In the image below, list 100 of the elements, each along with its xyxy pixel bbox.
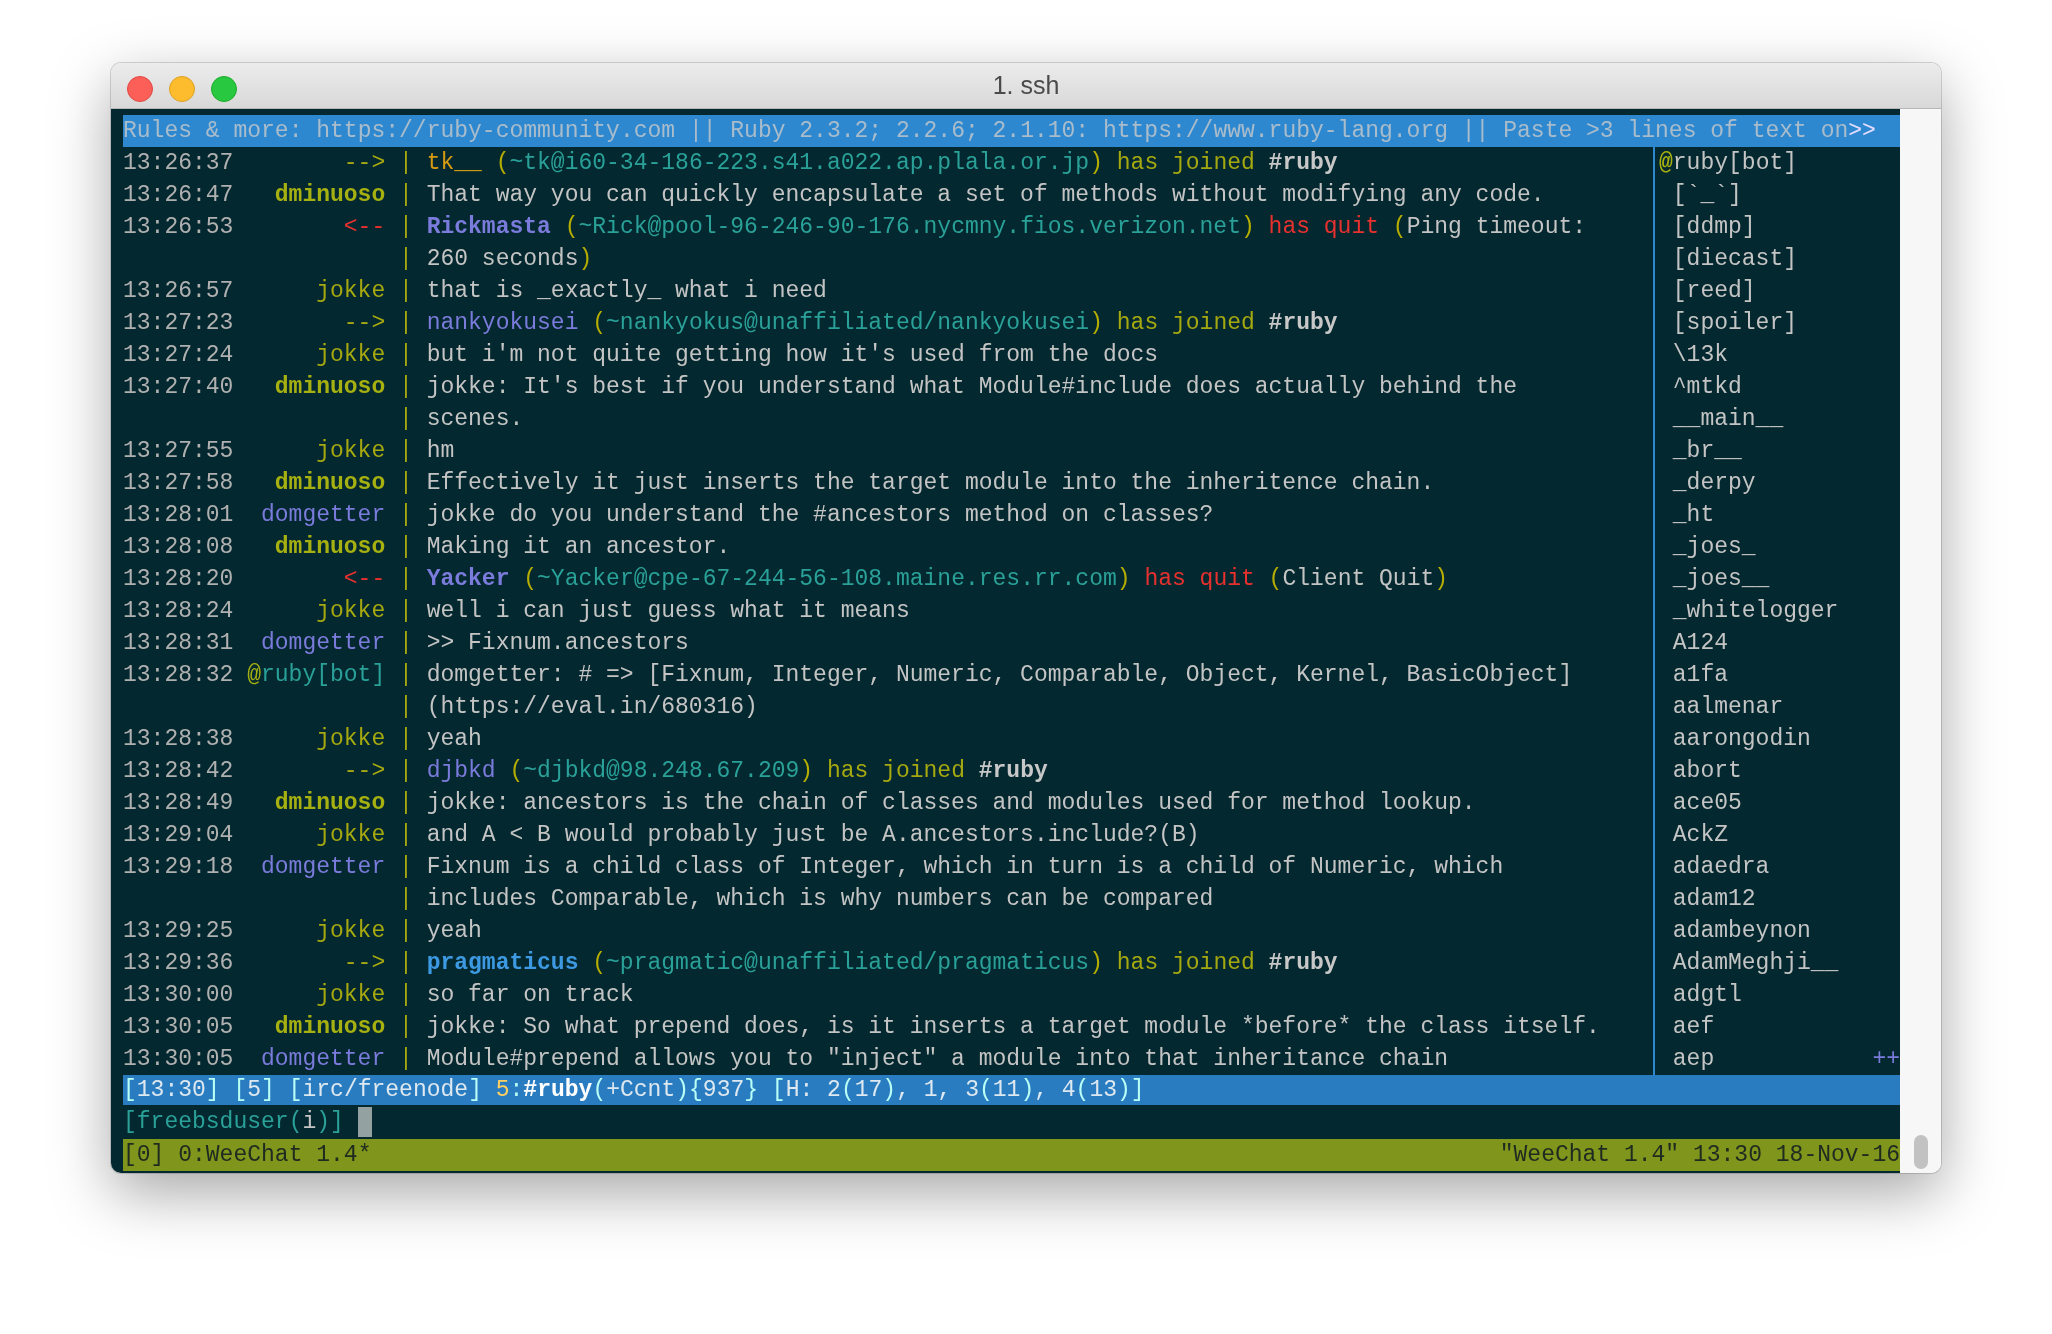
timestamp: 13:26:47 xyxy=(123,182,234,208)
message-text: domgetter: # => [Fixnum, Integer, Numeric, Comparable, Object, Kernel, BasicObject] xyxy=(426,662,1573,688)
message-text: Making it an ancestor. xyxy=(426,534,731,560)
message-text: jokke: ancestors is the chain of classes and modules used for method lookup. xyxy=(426,790,1476,816)
nicklist-item: [`_`] xyxy=(1671,182,1742,208)
column-separator: | xyxy=(399,502,413,528)
timestamp: 13:29:18 xyxy=(123,854,234,880)
nicklist-item: adaedra xyxy=(1671,854,1770,880)
message-text: pragmaticus (~pragmatic@unaffiliated/pragmaticus) has joined #ruby xyxy=(426,950,1338,976)
message-text: jokke: It's best if you understand what Module#include does actually behind the xyxy=(426,374,1517,400)
column-separator: | xyxy=(399,726,413,752)
message-text: Yacker (~Yacker@cpe-67-244-56-108.maine.res.rr.com) has quit (Client Quit) xyxy=(426,566,1449,592)
nick-label: jokke xyxy=(316,726,386,752)
nick-label: dminuoso xyxy=(274,470,386,496)
nicklist-item: adambeynon xyxy=(1671,918,1811,944)
close-button[interactable] xyxy=(127,76,153,102)
nicklist-item: \13k xyxy=(1671,342,1728,368)
timestamp: 13:26:57 xyxy=(123,278,234,304)
message-text: Fixnum is a child class of Integer, which in turn is a child of Numeric, which xyxy=(426,854,1504,880)
nicklist-item: A124 xyxy=(1671,630,1728,656)
nick-label: --> xyxy=(343,150,386,176)
message-text: tk__ (~tk@i60-34-186-223.s41.a022.ap.plala.or.jp) has joined #ruby xyxy=(426,150,1338,176)
column-separator: | xyxy=(399,918,413,944)
column-separator: | xyxy=(399,214,413,240)
nick-label: domgetter xyxy=(261,854,386,880)
nicklist-item: _br__ xyxy=(1671,438,1742,464)
nick-label: jokke xyxy=(316,822,386,848)
column-separator: | xyxy=(399,950,413,976)
overflow-indicator: >> xyxy=(1848,118,1876,144)
channel-topic: Rules & more: https://ruby-community.com || Ruby 2.3.2; 2.2.6; 2.1.10: https://www.ruby-lang.org || Paste >3 lines of text on xyxy=(123,118,1849,144)
message-text: well i can just guess what it means xyxy=(426,598,910,624)
timestamp: 13:30:05 xyxy=(123,1014,234,1040)
message-text: 260 seconds) xyxy=(426,246,593,272)
nick-label: domgetter xyxy=(261,502,386,528)
nicklist-item: [reed] xyxy=(1671,278,1756,304)
message-text: scenes. xyxy=(426,406,524,432)
column-separator: | xyxy=(399,790,413,816)
nicklist-item: adam12 xyxy=(1671,886,1756,912)
nick-label: jokke xyxy=(316,598,386,624)
minimize-button[interactable] xyxy=(169,76,195,102)
nick-label: dminuoso xyxy=(274,182,386,208)
column-separator: | xyxy=(399,182,413,208)
message-text: Module#prepend allows you to "inject" a module into that inheritance chain xyxy=(426,1046,1448,1072)
timestamp: 13:30:00 xyxy=(123,982,234,1008)
timestamp: 13:28:01 xyxy=(123,502,234,528)
message-text: That way you can quickly encapsulate a set of methods without modifying any code. xyxy=(426,182,1545,208)
nick-label: --> xyxy=(343,310,386,336)
text-cursor xyxy=(357,1107,372,1137)
zoom-button[interactable] xyxy=(211,76,237,102)
timestamp: 13:30:05 xyxy=(123,1046,234,1072)
nicklist-item: __main__ xyxy=(1671,406,1784,432)
column-separator: | xyxy=(399,1046,413,1072)
window-list: [0] 0:WeeChat 1.4* xyxy=(123,1142,372,1168)
status-clock: "WeeChat 1.4" 13:30 18-Nov-16 xyxy=(1499,1142,1900,1168)
message-text: jokke do you understand the #ancestors method on classes? xyxy=(426,502,1214,528)
column-separator: | xyxy=(399,822,413,848)
column-separator: | xyxy=(399,598,413,624)
column-separator: | xyxy=(399,470,413,496)
message-text: jokke: So what prepend does, is it inserts a target module *before* the class itself. xyxy=(426,1014,1600,1040)
nicklist-item: a1fa xyxy=(1671,662,1728,688)
column-separator: | xyxy=(399,342,413,368)
column-separator: | xyxy=(399,278,413,304)
nicklist-item: abort xyxy=(1671,758,1742,784)
message-text: yeah xyxy=(426,726,482,752)
nicklist-item: _derpy xyxy=(1671,470,1756,496)
nicklist-item: _whitelogger xyxy=(1671,598,1839,624)
nick-label: jokke xyxy=(316,982,386,1008)
timestamp: 13:27:40 xyxy=(123,374,234,400)
column-separator: | xyxy=(399,1014,413,1040)
nick-label: jokke xyxy=(316,438,386,464)
nicklist-item: AdamMeghji__ xyxy=(1671,950,1839,976)
nick-label: --> xyxy=(343,758,386,784)
column-separator: | xyxy=(399,246,413,272)
nicklist-item: aep xyxy=(1671,1046,1715,1072)
nicklist-item: ace05 xyxy=(1671,790,1742,816)
message-text: Rickmasta (~Rick@pool-96-246-90-176.nycmny.fios.verizon.net) has quit (Ping timeout: xyxy=(426,214,1587,240)
column-separator: | xyxy=(399,566,413,592)
scrollbar-thumb[interactable] xyxy=(1913,1135,1928,1169)
nick-label: @ruby[bot] xyxy=(247,662,386,688)
timestamp: 13:26:37 xyxy=(123,150,234,176)
timestamp: 13:29:25 xyxy=(123,918,234,944)
nick-label: dminuoso xyxy=(274,374,386,400)
column-separator: | xyxy=(399,982,413,1008)
column-separator: | xyxy=(399,150,413,176)
nicklist-item: aalmenar xyxy=(1671,694,1784,720)
column-separator: | xyxy=(399,694,413,720)
timestamp: 13:28:24 xyxy=(123,598,234,624)
message-text: that is _exactly_ what i need xyxy=(426,278,827,304)
column-separator: | xyxy=(399,854,413,880)
window-title: 1. ssh xyxy=(992,71,1060,100)
column-separator: | xyxy=(399,630,413,656)
nicklist-item: [spoiler] xyxy=(1671,310,1798,336)
message-text: but i'm not quite getting how it's used from the docs xyxy=(426,342,1159,368)
timestamp: 13:26:53 xyxy=(123,214,234,240)
nicklist-item: [diecast] xyxy=(1671,246,1798,272)
nick-label: jokke xyxy=(316,342,386,368)
column-separator: | xyxy=(399,406,413,432)
nicklist-item: _joes_ xyxy=(1671,534,1756,560)
nick-label: <-- xyxy=(343,566,386,592)
column-separator: | xyxy=(399,662,413,688)
